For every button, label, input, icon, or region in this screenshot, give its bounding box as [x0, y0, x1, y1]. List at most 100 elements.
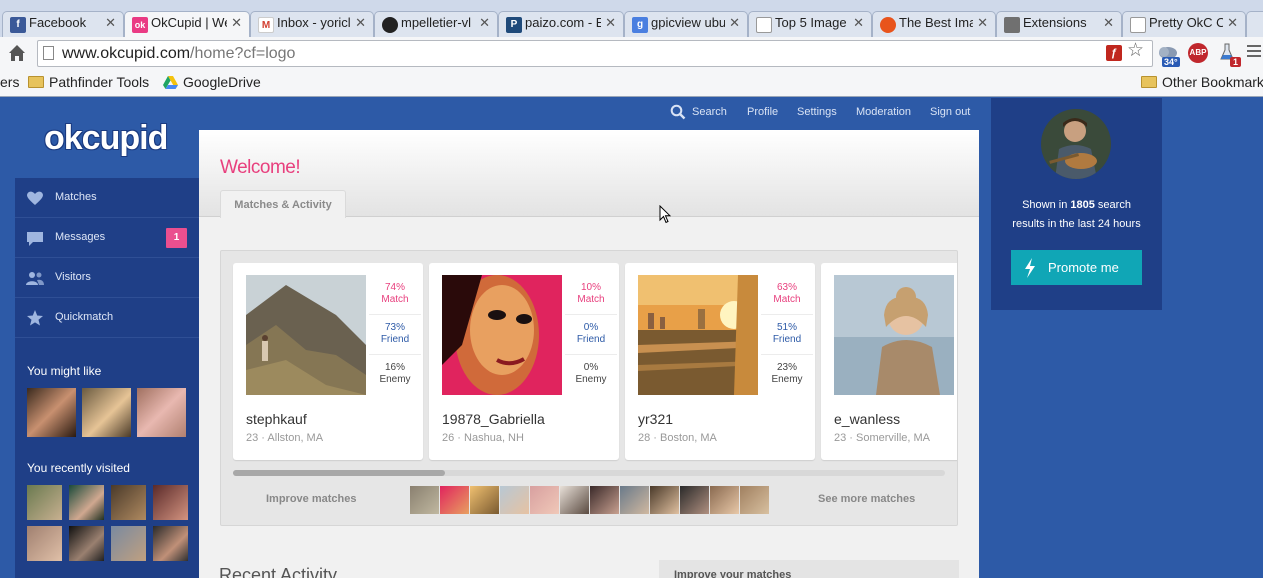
nav-sign-out[interactable]: Sign out: [930, 106, 970, 118]
bookmark-partial[interactable]: ers: [0, 74, 19, 90]
okcupid-logo[interactable]: okcupid: [44, 119, 168, 158]
home-icon[interactable]: [8, 44, 26, 62]
mini-match-photo[interactable]: [680, 486, 709, 514]
sidebar-item-messages[interactable]: Messages 1: [15, 218, 199, 258]
mini-match-photo[interactable]: [710, 486, 739, 514]
match-photo[interactable]: [638, 275, 758, 395]
address-bar[interactable]: www.okcupid.com/home?cf=logo: [37, 40, 1153, 67]
mini-match-photo[interactable]: [590, 486, 619, 514]
match-username[interactable]: yr321: [638, 411, 673, 427]
nav-profile[interactable]: Profile: [747, 106, 778, 118]
close-icon[interactable]: ✕: [479, 15, 490, 31]
match-age: 28: [638, 432, 651, 444]
match-photo[interactable]: [442, 275, 562, 395]
match-label: Match: [577, 294, 605, 305]
bookmark-star-icon[interactable]: ☆: [1127, 41, 1144, 61]
avatar[interactable]: [1041, 109, 1111, 179]
mini-match-photo[interactable]: [560, 486, 589, 514]
see-more-matches-link[interactable]: See more matches: [818, 493, 915, 505]
tab-best-image[interactable]: The Best Ima ✕: [872, 11, 996, 37]
mini-match-photo[interactable]: [740, 486, 769, 514]
mini-match-photo[interactable]: [650, 486, 679, 514]
sidebar-item-visitors[interactable]: Visitors: [15, 258, 199, 298]
mini-match-photo[interactable]: [410, 486, 439, 514]
nav-search[interactable]: Search: [692, 106, 727, 118]
visited-photo[interactable]: [69, 485, 104, 520]
tab-label: OkCupid | We: [151, 15, 227, 30]
close-icon[interactable]: ✕: [853, 15, 864, 31]
sidebar-item-label: Visitors: [55, 271, 91, 283]
tab-pretty-okc[interactable]: Pretty OkC O ✕: [1122, 11, 1246, 37]
match-card[interactable]: 63% Match 51% Friend 23% Enemy yr321 28 · B…: [625, 263, 815, 460]
visited-photo[interactable]: [111, 526, 146, 561]
mini-match-photo[interactable]: [500, 486, 529, 514]
visited-photo[interactable]: [27, 485, 62, 520]
close-icon[interactable]: ✕: [729, 15, 740, 31]
tab-okcupid[interactable]: ok OkCupid | We ✕: [124, 11, 250, 37]
visited-photo[interactable]: [153, 485, 188, 520]
adblock-icon[interactable]: ABP: [1188, 43, 1208, 63]
might-like-photo[interactable]: [27, 388, 76, 437]
visited-photo[interactable]: [27, 526, 62, 561]
tab-matches-activity[interactable]: Matches & Activity: [220, 190, 346, 218]
visited-photo[interactable]: [111, 485, 146, 520]
menu-icon[interactable]: [1247, 45, 1261, 59]
improve-matches-link[interactable]: Improve matches: [266, 493, 356, 505]
tab-top5-image[interactable]: Top 5 Image ✕: [748, 11, 872, 37]
recently-visited-heading: You recently visited: [27, 461, 130, 475]
lightning-icon: [1025, 258, 1035, 278]
match-photo[interactable]: [834, 275, 954, 395]
close-icon[interactable]: ✕: [977, 15, 988, 31]
welcome-header: Welcome! Matches & Activity: [199, 130, 979, 218]
nav-moderation[interactable]: Moderation: [856, 106, 911, 118]
carousel-scroll-thumb[interactable]: [233, 470, 445, 476]
search-icon[interactable]: [670, 104, 686, 120]
match-photo-image: [246, 275, 366, 395]
url-path: /home?cf=logo: [190, 45, 296, 62]
new-tab-button[interactable]: [1246, 11, 1263, 37]
close-icon[interactable]: ✕: [355, 15, 366, 31]
close-icon[interactable]: ✕: [1227, 15, 1238, 31]
match-username[interactable]: stephkauf: [246, 411, 307, 427]
match-username[interactable]: e_wanless: [834, 411, 900, 427]
tab-google-search[interactable]: g gpicview ubu ✕: [624, 11, 748, 37]
might-like-photo[interactable]: [82, 388, 131, 437]
flash-icon[interactable]: ƒ: [1106, 45, 1122, 61]
close-icon[interactable]: ✕: [105, 15, 116, 31]
friend-value: 73%: [384, 322, 405, 333]
friend-label: Friend: [772, 334, 802, 345]
tab-extensions[interactable]: Extensions ✕: [996, 11, 1122, 37]
match-card[interactable]: 74% Match 73% Friend 16% Enemy stephkauf 23…: [233, 263, 423, 460]
might-like-photo[interactable]: [137, 388, 186, 437]
url-text[interactable]: www.okcupid.com/home?cf=logo: [62, 45, 295, 63]
mini-match-photo[interactable]: [440, 486, 469, 514]
match-card[interactable]: e_wanless 23 · Somerville, MA: [821, 263, 957, 460]
mini-match-photo[interactable]: [620, 486, 649, 514]
tab-paizo[interactable]: P paizo.com - E ✕: [498, 11, 624, 37]
shown-suffix: search: [1094, 199, 1131, 211]
promote-label: Promote me: [1048, 260, 1119, 275]
close-icon[interactable]: ✕: [1103, 15, 1114, 31]
close-icon[interactable]: ✕: [231, 15, 242, 31]
tab-gmail[interactable]: M Inbox - yoricl ✕: [250, 11, 374, 37]
match-photo-image: [442, 275, 562, 395]
sidebar-item-quickmatch[interactable]: Quickmatch: [15, 298, 199, 338]
sidebar-item-matches[interactable]: Matches: [15, 178, 199, 218]
tab-facebook[interactable]: f Facebook ✕: [2, 11, 124, 37]
match-card[interactable]: 10% Match 0% Friend 0% Enemy 19878_Gabriell…: [429, 263, 619, 460]
bookmark-pathfinder-tools[interactable]: Pathfinder Tools: [28, 74, 149, 90]
bookmark-googledrive[interactable]: GoogleDrive: [163, 74, 261, 90]
promote-me-button[interactable]: Promote me: [1011, 250, 1142, 285]
mini-match-photo[interactable]: [470, 486, 499, 514]
match-percent: 10% Match: [565, 275, 617, 315]
match-photo[interactable]: [246, 275, 366, 395]
mini-match-photo[interactable]: [530, 486, 559, 514]
match-username[interactable]: 19878_Gabriella: [442, 411, 545, 427]
visited-photo[interactable]: [153, 526, 188, 561]
nav-settings[interactable]: Settings: [797, 106, 837, 118]
visited-photo[interactable]: [69, 526, 104, 561]
close-icon[interactable]: ✕: [605, 15, 616, 31]
bookmark-other[interactable]: Other Bookmarks: [1141, 74, 1263, 90]
welcome-title: Welcome!: [220, 157, 301, 178]
tab-github[interactable]: mpelletier-vl ✕: [374, 11, 498, 37]
